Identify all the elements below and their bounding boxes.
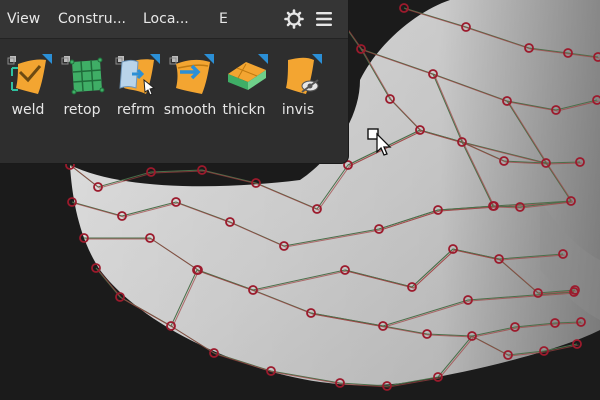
weld-icon [7,54,52,94]
tool-invis[interactable]: invis [270,44,326,128]
reform-icon [115,54,160,96]
gear-icon[interactable] [284,9,304,29]
hamburger-icon[interactable] [314,9,334,29]
smooth-icon [169,54,214,94]
tool-label: invis [281,102,315,118]
retopo-icon [61,56,105,95]
menu-edit[interactable]: E [219,0,228,38]
invisible-icon [286,54,322,94]
thicken-icon [228,54,268,90]
cursor-icon [367,128,392,156]
palette-menubar: View Constru... Loca... E [0,0,348,39]
menu-locate[interactable]: Loca... [143,0,189,38]
menu-construct[interactable]: Constru... [58,0,126,38]
tool-palette: View Constru... Loca... E weld retop ref… [0,0,349,164]
menu-view[interactable]: View [7,0,40,38]
